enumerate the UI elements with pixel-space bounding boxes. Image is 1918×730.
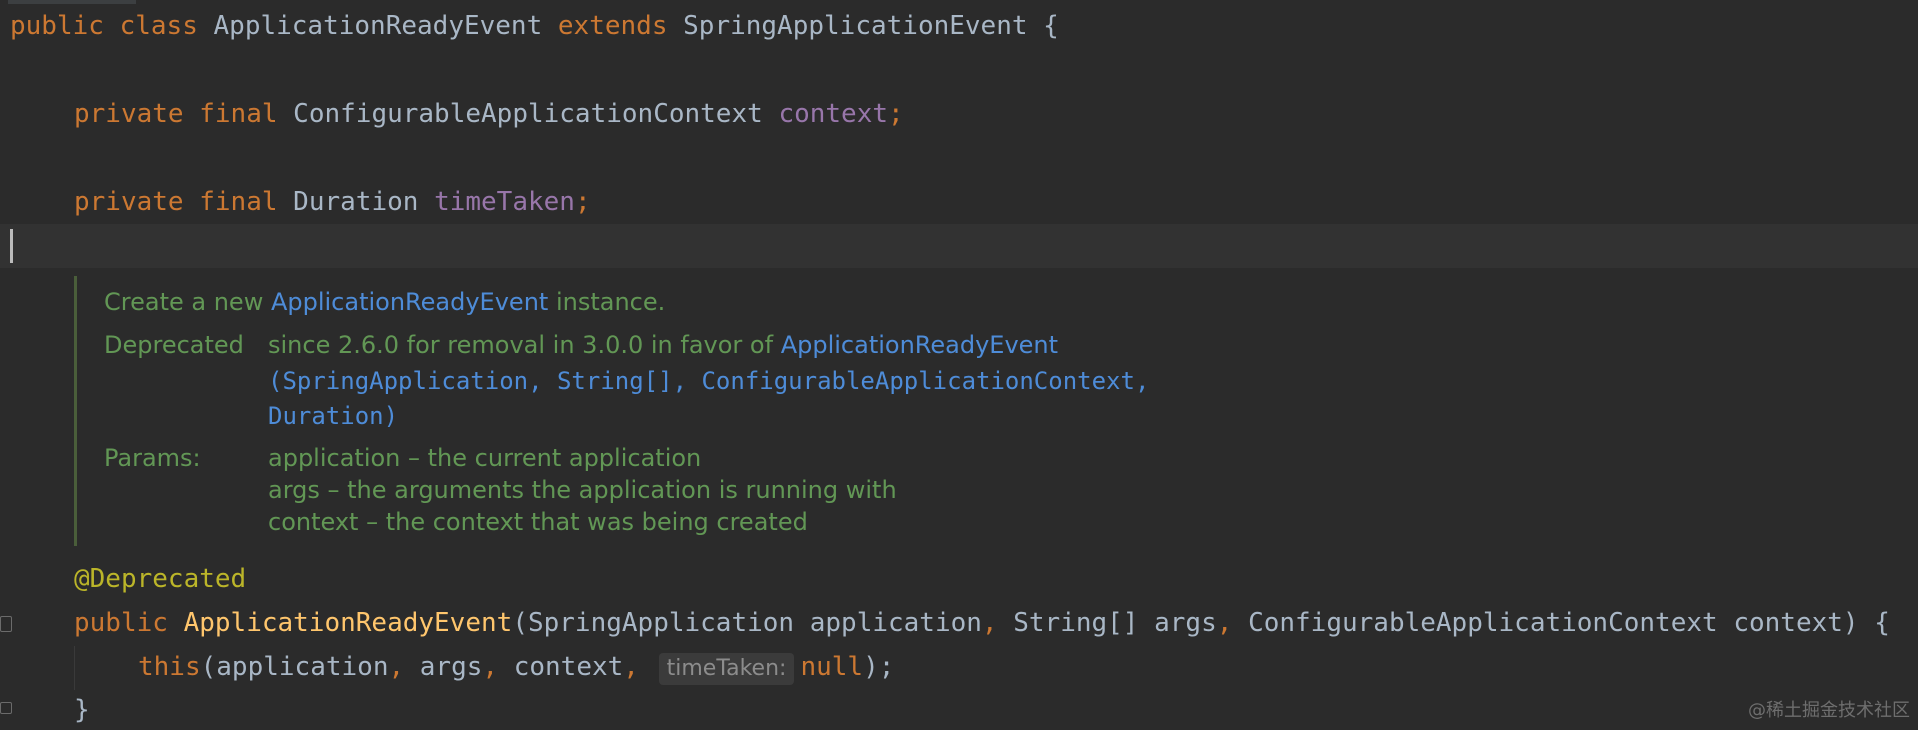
- class-name: ApplicationReadyEvent: [213, 11, 543, 41]
- semicolon: ;: [888, 99, 904, 129]
- current-line-highlight: [0, 224, 1918, 268]
- doc-deprecated-label: Deprecated: [104, 331, 244, 359]
- doc-deprecated-link-params[interactable]: (SpringApplication, String[], Configurab…: [268, 365, 1149, 397]
- doc-param-application: application – the current application: [268, 444, 702, 472]
- doc-deprecated-link-duration[interactable]: Duration): [268, 400, 398, 432]
- keyword-null: null: [800, 652, 864, 682]
- param-type: String[]: [1013, 608, 1139, 638]
- doc-param-context: context – the context that was being cre…: [268, 508, 808, 536]
- semicolon: ;: [574, 187, 591, 217]
- param-name: args: [1154, 608, 1217, 638]
- keyword-final: final: [199, 99, 278, 129]
- constructor-name: ApplicationReadyEvent: [183, 608, 513, 638]
- doc-summary-link[interactable]: ApplicationReadyEvent: [271, 288, 548, 316]
- field-type: ConfigurableApplicationContext: [293, 99, 763, 129]
- code-line-close-brace[interactable]: }: [74, 688, 90, 730]
- keyword-this: this: [138, 652, 201, 682]
- param-type: SpringApplication: [527, 608, 795, 638]
- field-name: timeTaken: [434, 187, 575, 217]
- code-line-annotation[interactable]: @Deprecated: [74, 557, 246, 601]
- keyword-private: private: [74, 187, 184, 217]
- doc-params-label: Params:: [104, 444, 201, 472]
- field-type: Duration: [293, 187, 419, 217]
- code-line-constructor[interactable]: public ApplicationReadyEvent(SpringAppli…: [74, 601, 1890, 645]
- parameter-name-hint: timeTaken:: [658, 653, 795, 685]
- doc-summary: Create a new ApplicationReadyEvent insta…: [104, 288, 666, 316]
- keyword-public: public: [10, 11, 104, 41]
- param-type: ConfigurableApplicationContext: [1248, 608, 1718, 638]
- keyword-extends: extends: [557, 11, 668, 41]
- rendered-javadoc: Create a new ApplicationReadyEvent insta…: [74, 276, 1377, 546]
- text-caret: [10, 229, 13, 263]
- superclass-name: SpringApplicationEvent: [683, 11, 1028, 41]
- code-line-this-call[interactable]: this(application, args, context, timeTak…: [138, 645, 894, 689]
- code-line-field-context[interactable]: private final ConfigurableApplicationCon…: [74, 92, 904, 136]
- param-name: context: [1733, 608, 1843, 638]
- code-line-class-declaration[interactable]: public class ApplicationReadyEvent exten…: [10, 4, 1059, 48]
- param-name: application: [809, 608, 982, 638]
- keyword-class: class: [119, 11, 198, 41]
- doc-deprecated-text: since 2.6.0 for removal in 3.0.0 in favo…: [268, 331, 1059, 359]
- keyword-private: private: [74, 99, 184, 129]
- code-line-field-time-taken[interactable]: private final Duration timeTaken;: [74, 180, 591, 224]
- keyword-final: final: [199, 187, 278, 217]
- keyword-public: public: [74, 608, 168, 638]
- field-name: context: [778, 99, 889, 129]
- doc-param-args: args – the arguments the application is …: [268, 476, 897, 504]
- code-editor[interactable]: public class ApplicationReadyEvent exten…: [0, 0, 1918, 730]
- override-gutter-icon[interactable]: [0, 616, 12, 632]
- watermark: @稀土掘金技术社区: [1748, 700, 1910, 721]
- fold-gutter-icon[interactable]: [0, 702, 12, 714]
- doc-deprecated-link[interactable]: ApplicationReadyEvent: [781, 331, 1058, 359]
- open-brace: {: [1043, 11, 1059, 41]
- open-brace: {: [1874, 608, 1890, 638]
- indent-guide: [74, 646, 75, 690]
